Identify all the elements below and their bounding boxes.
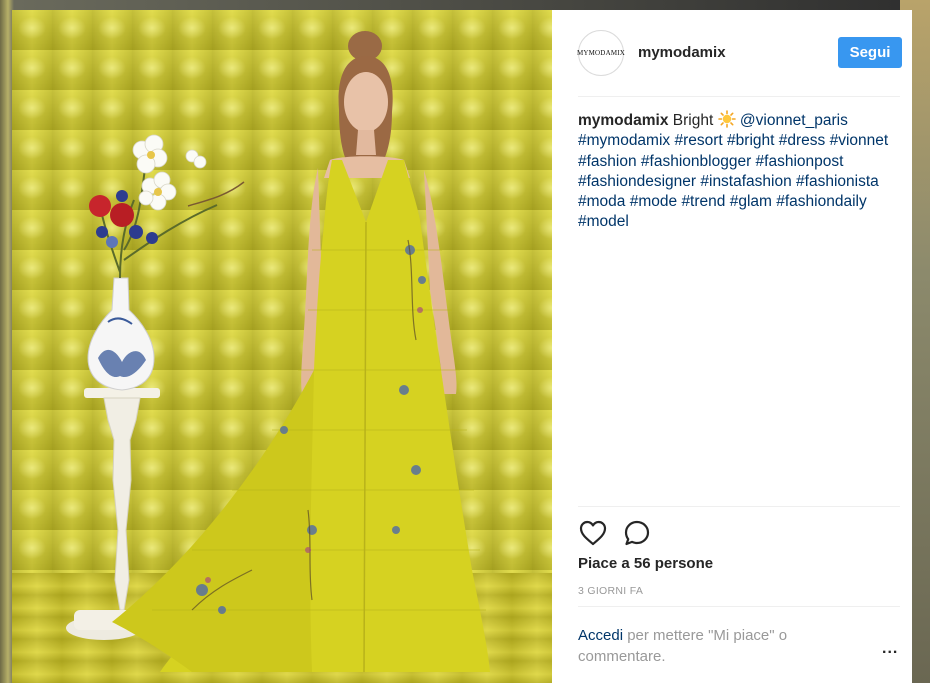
photo-scene [66,31,490,673]
hashtag-link[interactable]: #dress [779,132,826,149]
hashtag-link[interactable]: #fashiondaily [776,193,866,210]
caption-username[interactable]: mymodamix [578,112,668,129]
actions-divider [578,506,900,507]
hashtag-link[interactable]: #mode [630,193,677,210]
avatar-logo-text: MYMODAMIX [576,49,626,57]
hashtag-link[interactable]: #fashionista [796,173,879,190]
flowers [89,134,245,279]
heart-outline-icon[interactable] [578,518,608,548]
hashtag-link[interactable]: #moda [578,193,625,210]
hashtag-link[interactable]: #bright [727,132,774,149]
post-photo[interactable] [12,10,552,683]
follow-button[interactable]: Segui [838,37,902,68]
vase [87,277,155,391]
post-timestamp[interactable]: 3 GIORNI FA [578,585,643,597]
hashtag-link[interactable]: #model [578,213,629,230]
model [112,31,490,673]
hashtag-link[interactable]: #fashiondesigner [578,173,696,190]
caption-text: Bright [672,112,714,129]
post-header: MYMODAMIX mymodamix Segui [552,10,912,96]
login-prompt: Accedi per mettere "Mi piace" o commenta… [578,625,848,667]
likes-count[interactable]: Piace a 56 persone [578,555,713,572]
hashtag-link[interactable]: #fashion [578,153,637,170]
post-actions [578,518,652,548]
header-divider [578,96,900,97]
caption-mention[interactable]: @vionnet_paris [740,112,848,129]
post-modal: MYMODAMIX mymodamix Segui mymodamix Brig… [12,10,912,683]
sun-emoji-icon [717,110,736,128]
hashtag-link[interactable]: #glam [730,193,772,210]
hashtag-link[interactable]: #instafashion [700,173,791,190]
hashtag-link[interactable]: #resort [674,132,722,149]
hashtag-link[interactable]: #fashionblogger [641,153,751,170]
hashtag-link[interactable]: #trend [681,193,725,210]
login-link[interactable]: Accedi [578,627,623,644]
comment-bubble-icon[interactable] [622,518,652,548]
post-caption: mymodamix Bright @vionnet_paris #mymodam… [578,110,898,233]
comment-divider [578,606,900,607]
hashtag-link[interactable]: #mymodamix [578,132,670,149]
hashtag-link[interactable]: #vionnet [830,132,889,149]
hashtag-link[interactable]: #fashionpost [756,153,844,170]
more-options-icon[interactable]: ... [882,640,898,658]
post-side-panel: MYMODAMIX mymodamix Segui mymodamix Brig… [552,10,912,683]
avatar[interactable]: MYMODAMIX [576,30,626,76]
username-link[interactable]: mymodamix [638,44,726,61]
